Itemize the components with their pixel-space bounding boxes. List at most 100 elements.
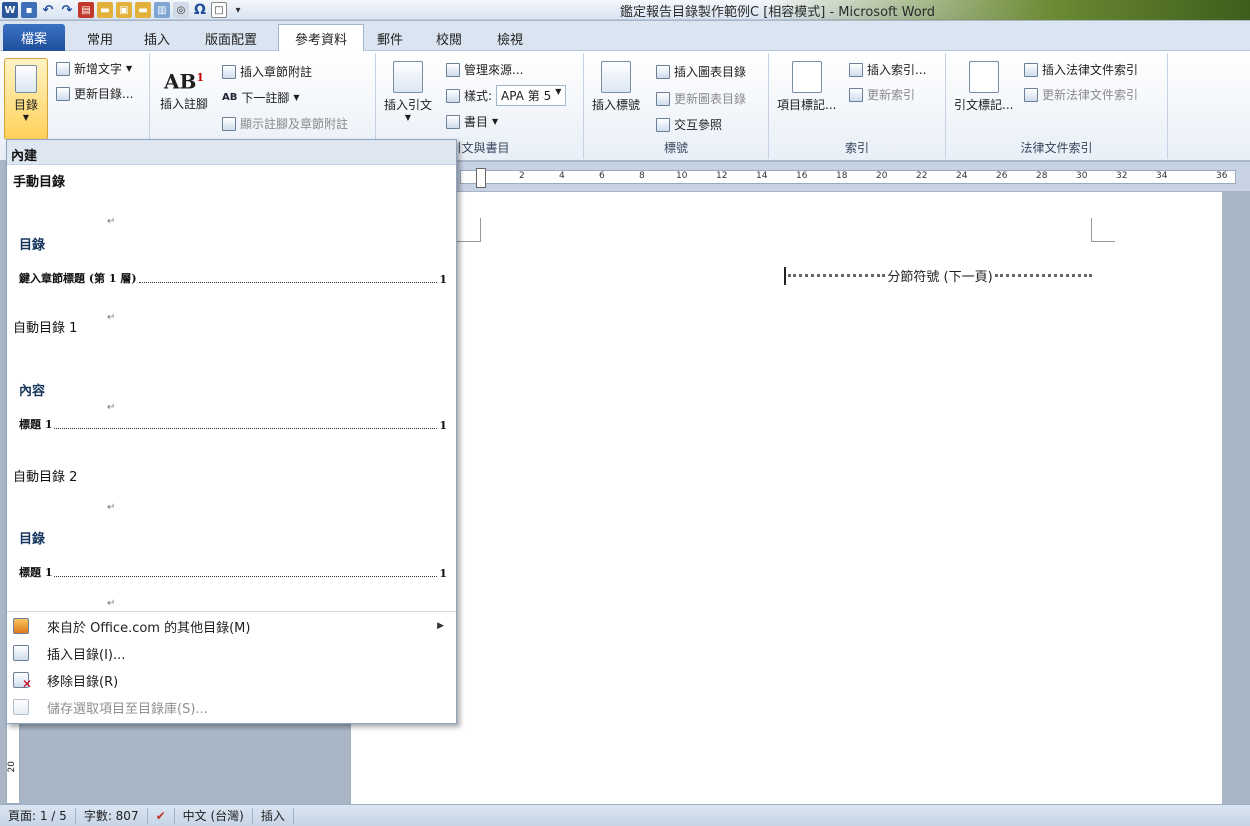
- tab-review[interactable]: 校閱: [432, 26, 466, 50]
- toc-preview-entry: 標題 1 1: [19, 416, 447, 432]
- next-footnote-label: 下一註腳: [241, 91, 290, 105]
- word-app-icon[interactable]: W: [2, 2, 18, 18]
- gallery-item-manual-toc[interactable]: 手動目錄 ↵ 目錄 鍵入章節標題 (第 1 層) 1: [7, 166, 456, 312]
- print-preview-icon[interactable]: ▤: [78, 2, 94, 18]
- chart-icon[interactable]: ▥: [154, 2, 170, 18]
- redo-icon[interactable]: ↷: [59, 2, 75, 18]
- menu-separator: [7, 611, 456, 612]
- window-title: 鑑定報告目錄製作範例C [相容模式] - Microsoft Word: [620, 5, 936, 20]
- save-selection-to-gallery-menu-item[interactable]: 儲存選取項目至目錄庫(S)...: [7, 694, 456, 720]
- update-index-icon: [849, 87, 863, 102]
- insert-table-of-authorities-button[interactable]: 插入法律文件索引: [1024, 61, 1138, 78]
- tab-mailings[interactable]: 郵件: [373, 26, 407, 50]
- open-folder-icon[interactable]: ▬: [97, 2, 113, 18]
- captions-group-label: 標號: [663, 141, 688, 155]
- mark-citation-button[interactable]: 引文標記...: [954, 61, 1013, 113]
- remove-toc-menu-item[interactable]: ✕ 移除目錄(R): [7, 667, 456, 693]
- insert-toc-menu-item[interactable]: 插入目錄(I)...: [7, 640, 456, 666]
- insert-index-button[interactable]: 插入索引...: [849, 61, 926, 78]
- update-index-label: 更新索引: [867, 88, 916, 102]
- insert-table-of-figures-button[interactable]: 插入圖表目錄: [656, 63, 746, 80]
- ruler-tick: 22: [916, 171, 928, 181]
- indent-marker-icon[interactable]: [476, 168, 486, 188]
- section-break: 分節符號 (下一頁): [784, 266, 1094, 285]
- language-status[interactable]: 中文 (台灣): [175, 807, 253, 824]
- right-gray-area: [1222, 192, 1250, 804]
- tab-page-layout[interactable]: 版面配置: [198, 26, 264, 50]
- bibliography-icon: [446, 114, 460, 129]
- save-icon[interactable]: ▪: [21, 2, 37, 18]
- insert-mode-status[interactable]: 插入: [253, 807, 294, 824]
- ruler-tick: 20: [876, 171, 888, 181]
- add-text-label: 新增文字: [74, 62, 123, 76]
- more-tocs-from-office-menu-item[interactable]: 來自於 Office.com 的其他目錄(M) ▶: [7, 613, 456, 639]
- section-break-dots-left: [788, 274, 886, 277]
- show-notes-icon: [222, 116, 236, 131]
- cross-reference-button[interactable]: 交互參照: [656, 116, 722, 133]
- new-folder-icon[interactable]: ▬: [135, 2, 151, 18]
- title-bar: W ▪ ↶ ↷ ▤ ▬ ▣ ▬ ▥ ◎ Ω □ ▾ 鑑定報告目錄製作範例C [相…: [0, 0, 1250, 20]
- update-index-button[interactable]: 更新索引: [849, 86, 915, 103]
- mark-entry-label: 項目標記...: [777, 98, 837, 112]
- toc-preview-entry: 標題 1 1: [19, 564, 447, 580]
- show-notes-label: 顯示註腳及章節附註: [240, 117, 349, 131]
- margin-corner-right: [1091, 218, 1115, 242]
- proofing-icon[interactable]: ✔: [148, 807, 175, 824]
- insert-footnote-button[interactable]: AB1 插入註腳: [160, 61, 208, 112]
- gallery-item-auto-toc-1[interactable]: 自動目錄 1 ↵ 內容 ↵ 標題 1 1: [7, 312, 456, 458]
- page-count[interactable]: 頁面: 1 / 5: [0, 807, 76, 824]
- citation-style-select[interactable]: APA 第 5 ▼: [496, 85, 567, 106]
- insert-table-of-figures-label: 插入圖表目錄: [674, 65, 747, 79]
- vertical-ruler[interactable]: 20: [6, 720, 20, 804]
- update-figures-icon: [656, 91, 670, 106]
- update-table-label: 更新目錄...: [74, 87, 134, 101]
- toc-gallery-dropdown: 內建 手動目錄 ↵ 目錄 鍵入章節標題 (第 1 層) 1 自動目錄 1 ↵ 內…: [6, 139, 457, 724]
- toc-button[interactable]: 目錄 ▼: [4, 58, 48, 140]
- bibliography-button[interactable]: 書目 ▼: [446, 113, 498, 130]
- show-notes-button[interactable]: 顯示註腳及章節附註: [222, 115, 348, 132]
- paragraph-mark: ↵: [107, 216, 116, 227]
- remove-toc-icon: ✕: [13, 672, 32, 691]
- toc-label: 目錄: [13, 98, 38, 112]
- index-group-label: 索引: [844, 141, 869, 155]
- ruler-tick: 16: [796, 171, 808, 181]
- customize-toolbar-icon[interactable]: ▾: [230, 2, 246, 18]
- omega-symbol-icon[interactable]: Ω: [192, 2, 208, 18]
- update-table-of-figures-button[interactable]: 更新圖表目錄: [656, 90, 746, 107]
- zoom-icon[interactable]: ◎: [173, 2, 189, 18]
- tab-references[interactable]: 參考資料: [278, 24, 364, 51]
- toc-dropdown-arrow-icon: ▼: [22, 113, 30, 122]
- insert-picture-icon[interactable]: ▣: [116, 2, 132, 18]
- next-footnote-button[interactable]: AB 下一註腳 ▼: [222, 89, 300, 106]
- text-cursor: [784, 266, 786, 285]
- style-label: 樣式:: [464, 89, 493, 103]
- tab-view[interactable]: 檢視: [493, 26, 527, 50]
- update-table-button[interactable]: 更新目錄...: [56, 85, 133, 102]
- group-captions: 插入標號 插入圖表目錄 更新圖表目錄 交互參照 標號: [584, 53, 769, 159]
- ruler-tick: 34: [1156, 171, 1168, 181]
- undo-icon[interactable]: ↶: [40, 2, 56, 18]
- manage-sources-button[interactable]: 管理來源...: [446, 61, 523, 78]
- margin-corner-left: [457, 218, 481, 242]
- insert-index-icon: [849, 62, 863, 77]
- insert-endnote-button[interactable]: 插入章節附註: [222, 63, 312, 80]
- horizontal-ruler[interactable]: 2 4 6 8 10 12 14 16 18 20 22 24 26 28 30…: [456, 162, 1250, 192]
- paragraph-mark: ↵: [107, 598, 116, 609]
- insert-citation-button[interactable]: 插入引文 ▼: [384, 61, 432, 122]
- gallery-item-auto-toc-2[interactable]: 自動目錄 2 ↵ 目錄 標題 1 1 ↵: [7, 458, 456, 610]
- tab-home[interactable]: 常用: [84, 26, 116, 50]
- insert-caption-button[interactable]: 插入標號: [592, 61, 640, 113]
- update-table-of-authorities-button[interactable]: 更新法律文件索引: [1024, 86, 1138, 103]
- toc-preview-heading: 目錄: [19, 238, 46, 253]
- add-text-button[interactable]: 新增文字 ▼: [56, 60, 132, 77]
- ribbon-tabs: 檔案 常用 插入 版面配置 參考資料 郵件 校閱 檢視: [0, 21, 1250, 51]
- word-count[interactable]: 字數: 807: [76, 807, 148, 824]
- paragraph-mark: ↵: [107, 502, 116, 513]
- tab-file[interactable]: 檔案: [3, 24, 65, 51]
- ruler-tick: 24: [956, 171, 968, 181]
- mark-entry-button[interactable]: 項目標記...: [777, 61, 836, 113]
- tab-insert[interactable]: 插入: [141, 26, 173, 50]
- toc-entry-page: 1: [439, 567, 447, 580]
- ruler-tick: 26: [996, 171, 1008, 181]
- new-document-icon[interactable]: □: [211, 2, 227, 18]
